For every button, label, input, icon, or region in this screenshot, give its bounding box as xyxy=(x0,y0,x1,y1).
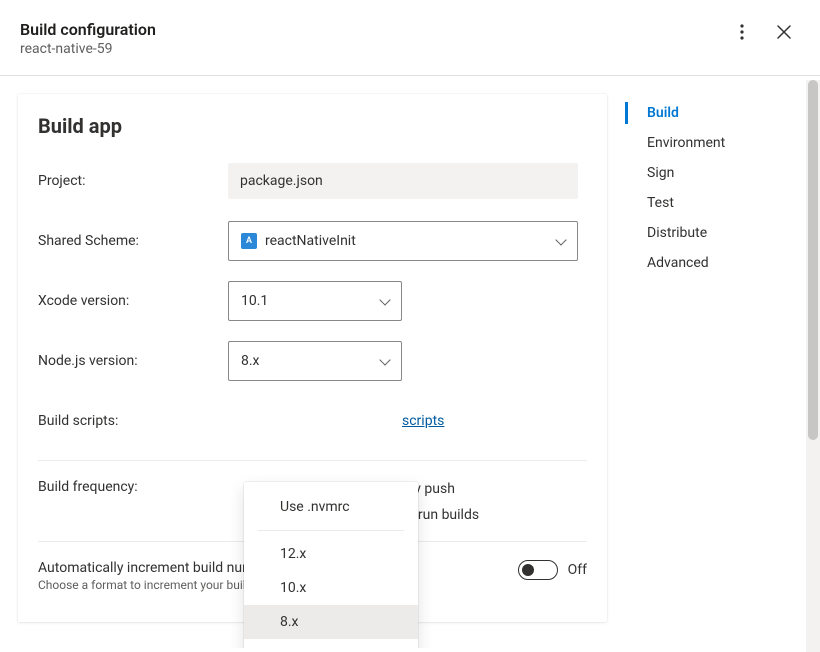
auto-increment-title: Automatically increment build number xyxy=(38,560,274,576)
xcode-select[interactable]: 10.1 xyxy=(228,281,402,321)
more-vertical-icon xyxy=(740,24,744,40)
divider xyxy=(38,460,587,461)
close-icon xyxy=(776,24,792,40)
sidenav-item-environment[interactable]: Environment xyxy=(625,128,820,158)
dropdown-separator xyxy=(258,530,404,531)
node-option[interactable]: 12.x xyxy=(244,537,418,571)
scrollbar[interactable] xyxy=(806,80,820,652)
auto-increment-state: Off xyxy=(568,562,587,578)
node-option[interactable]: Use .nvmrc xyxy=(244,490,418,524)
close-button[interactable] xyxy=(772,20,796,44)
sidenav-item-distribute[interactable]: Distribute xyxy=(625,218,820,248)
scrollbar-thumb[interactable] xyxy=(808,80,818,440)
sidenav-item-advanced[interactable]: Advanced xyxy=(625,248,820,278)
scheme-label: Shared Scheme: xyxy=(38,233,228,249)
node-option[interactable]: 8.x xyxy=(244,605,418,639)
auto-increment-sub: Choose a format to increment your builds… xyxy=(38,578,274,592)
frequency-label: Build frequency: xyxy=(38,479,228,495)
node-select[interactable]: 8.x xyxy=(228,341,402,381)
build-scripts-link[interactable]: scripts xyxy=(402,413,444,429)
node-dropdown: Use .nvmrc 12.x10.x8.x6.x xyxy=(244,482,418,648)
node-option[interactable]: 6.x xyxy=(244,639,418,648)
chevron-down-icon xyxy=(379,295,391,307)
app-icon: A xyxy=(241,233,257,249)
node-value: 8.x xyxy=(241,353,260,369)
xcode-value: 10.1 xyxy=(241,293,268,309)
page-subtitle: react-native-59 xyxy=(20,41,156,57)
sidenav-item-test[interactable]: Test xyxy=(625,188,820,218)
section-nav: BuildEnvironmentSignTestDistributeAdvanc… xyxy=(625,76,820,648)
chevron-down-icon xyxy=(555,235,567,247)
card-title: Build app xyxy=(38,114,587,138)
build-scripts-label: Build scripts: xyxy=(38,413,228,429)
project-label: Project: xyxy=(38,173,228,189)
page-title: Build configuration xyxy=(20,20,156,39)
more-button[interactable] xyxy=(736,20,748,44)
build-card: Build app Project: package.json Shared S… xyxy=(18,94,607,622)
node-option[interactable]: 10.x xyxy=(244,571,418,605)
scheme-value: reactNativeInit xyxy=(265,233,356,249)
sidenav-item-build[interactable]: Build xyxy=(625,98,820,128)
sidenav-item-sign[interactable]: Sign xyxy=(625,158,820,188)
auto-increment-toggle[interactable] xyxy=(518,560,558,580)
scheme-select[interactable]: A reactNativeInit xyxy=(228,221,578,261)
project-value: package.json xyxy=(228,163,578,199)
xcode-label: Xcode version: xyxy=(38,293,228,309)
node-label: Node.js version: xyxy=(38,353,228,369)
chevron-down-icon xyxy=(379,355,391,367)
